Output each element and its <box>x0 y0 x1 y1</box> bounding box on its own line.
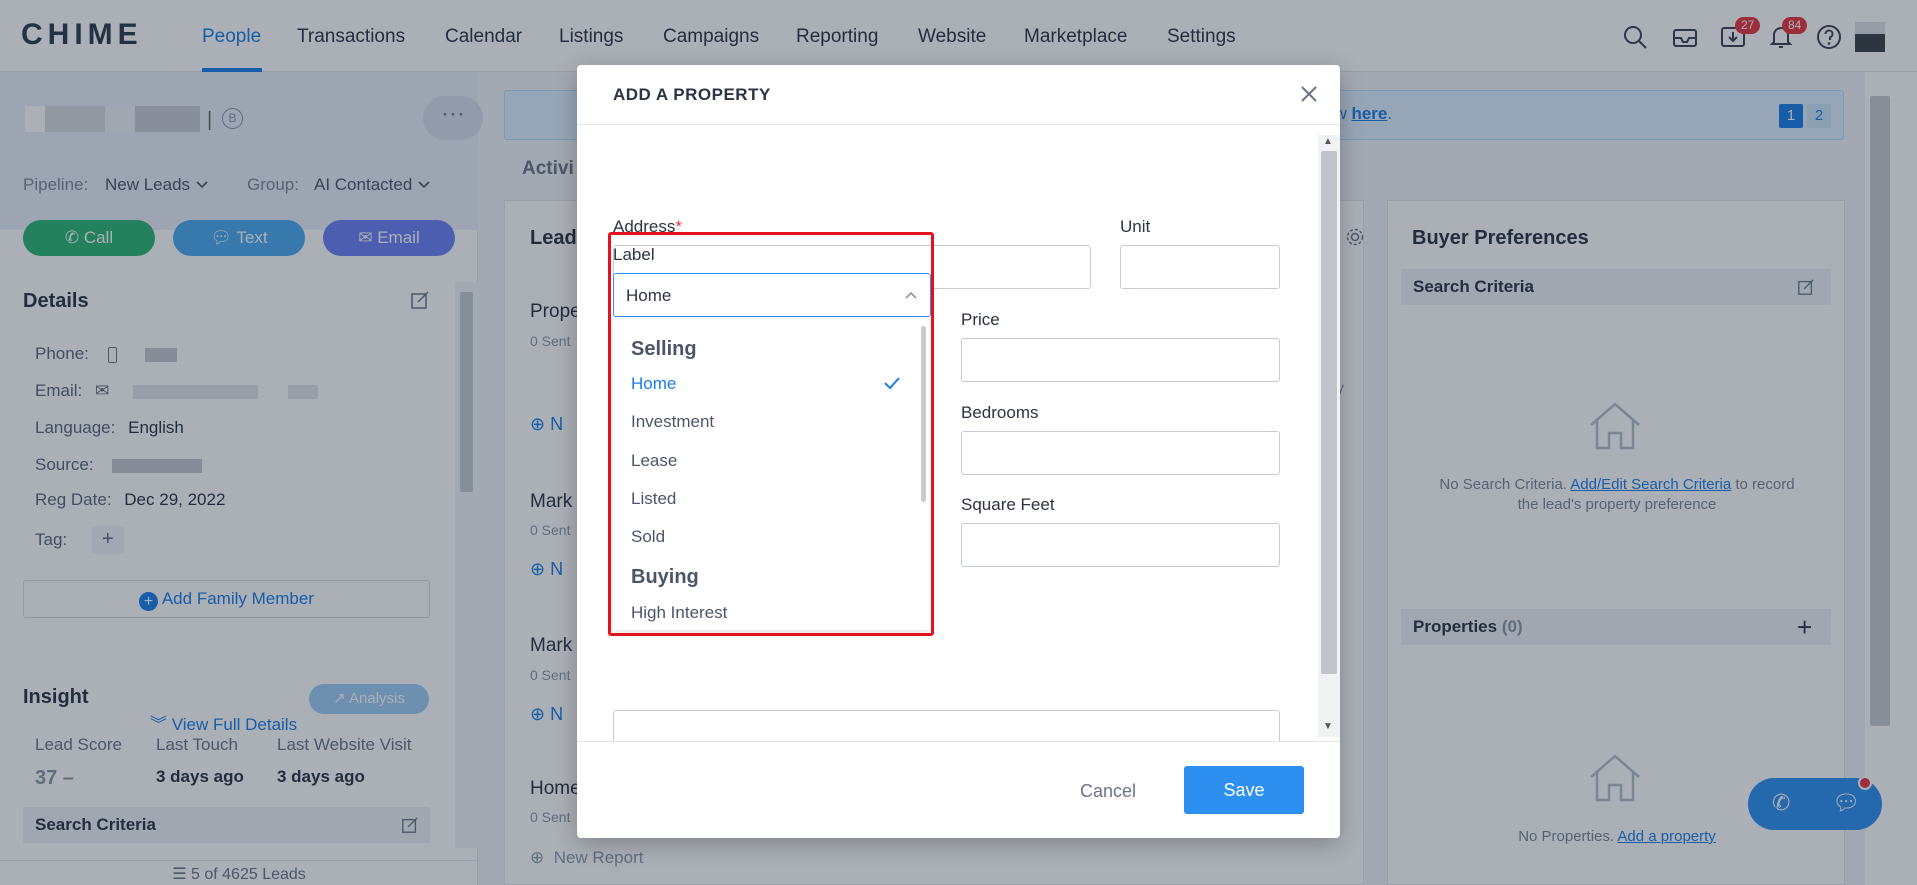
cancel-button[interactable]: Cancel <box>1063 776 1153 806</box>
notes-textarea[interactable] <box>613 710 1280 741</box>
square-feet-label: Square Feet <box>961 495 1055 514</box>
price-input[interactable] <box>961 338 1280 382</box>
bedrooms-label: Bedrooms <box>961 403 1039 422</box>
close-icon[interactable] <box>1295 80 1323 108</box>
save-button[interactable]: Save <box>1184 766 1304 814</box>
modal-scrollbar[interactable]: ▲ ▼ <box>1318 135 1340 737</box>
square-feet-input[interactable] <box>961 523 1280 567</box>
scroll-down-arrow[interactable]: ▼ <box>1323 721 1333 732</box>
bedrooms-input[interactable] <box>961 431 1280 475</box>
modal-title: ADD A PROPERTY <box>613 85 771 104</box>
unit-input[interactable] <box>1120 245 1280 289</box>
unit-label: Unit <box>1120 217 1151 236</box>
scroll-up-arrow[interactable]: ▲ <box>1323 136 1333 147</box>
highlight-box <box>608 232 934 636</box>
price-label: Price <box>961 310 1000 329</box>
